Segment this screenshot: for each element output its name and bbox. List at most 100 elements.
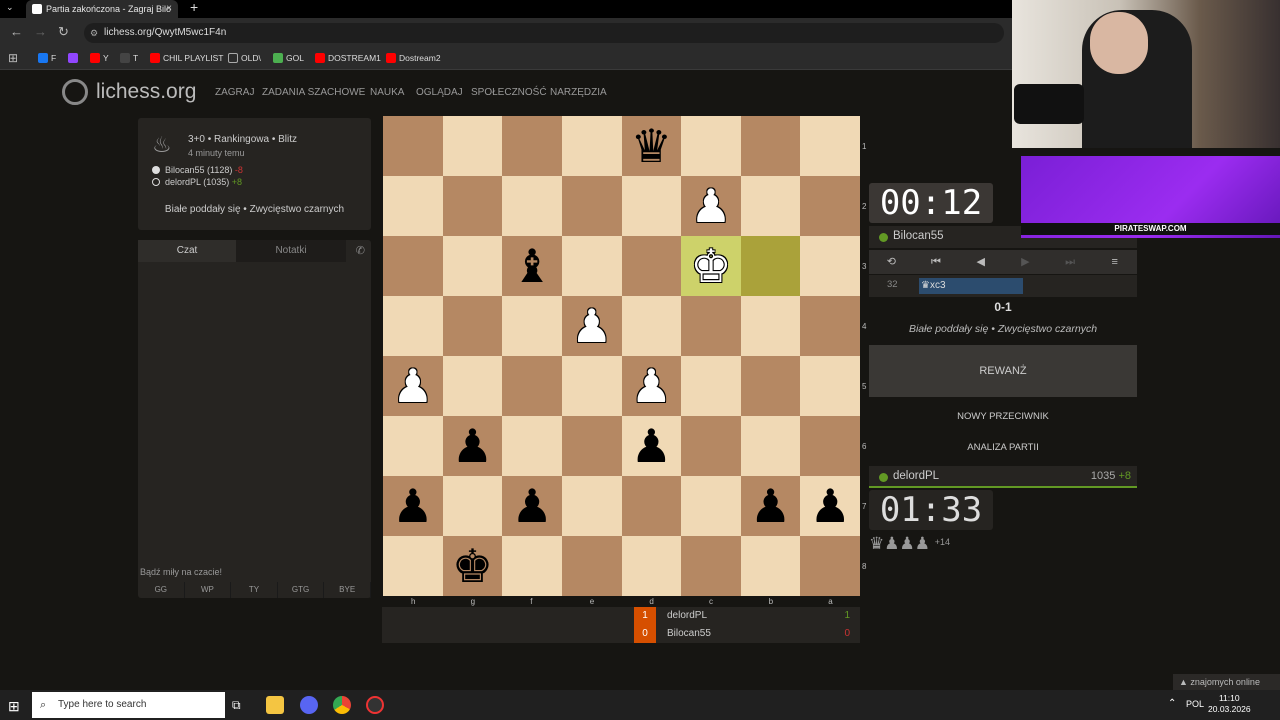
- square-c5[interactable]: [681, 356, 741, 416]
- bookmark-chil-playlist[interactable]: CHIL PLAYLIST: [150, 53, 223, 63]
- square-a2[interactable]: [800, 176, 860, 236]
- square-c8[interactable]: [681, 536, 741, 596]
- tray-expand-icon[interactable]: ⌃: [1168, 698, 1176, 709]
- square-c6[interactable]: [681, 416, 741, 476]
- square-c3[interactable]: ♚: [681, 236, 741, 296]
- square-f2[interactable]: [502, 176, 562, 236]
- reload-icon[interactable]: ↻: [58, 24, 69, 40]
- black-piece[interactable]: ♟: [392, 483, 433, 529]
- next-move-icon[interactable]: ▶: [1003, 250, 1048, 274]
- tab-search-icon[interactable]: ⌄: [6, 2, 14, 13]
- bookmark-dostream1[interactable]: DOSTREAM1: [315, 53, 381, 63]
- square-a4[interactable]: [800, 296, 860, 356]
- square-e6[interactable]: [561, 416, 622, 476]
- square-e4[interactable]: ♟: [561, 296, 622, 356]
- square-c1[interactable]: [681, 116, 741, 176]
- chess-board[interactable]: ♛ ♟ ♝ ♚ ♟ ♟ ♟ ♟ ♟ ♟ ♟ ♟ ♟ ♚: [383, 116, 860, 596]
- task-view-icon[interactable]: ⧉: [232, 698, 250, 716]
- nav-community[interactable]: SPOŁECZNOŚĆ: [471, 87, 547, 98]
- system-clock[interactable]: 11:10 20.03.2026: [1208, 693, 1251, 715]
- black-piece[interactable]: ♟: [750, 483, 791, 529]
- square-b7[interactable]: ♟: [740, 476, 801, 536]
- square-g8[interactable]: ♚: [442, 536, 503, 596]
- white-piece[interactable]: ♟: [631, 363, 672, 409]
- square-e3[interactable]: [561, 236, 622, 296]
- square-a3[interactable]: [800, 236, 860, 296]
- nav-puzzles[interactable]: ZADANIA SZACHOWE: [262, 87, 365, 98]
- phone-icon[interactable]: ✆: [356, 244, 365, 257]
- crosstable-player[interactable]: delordPL: [667, 607, 707, 625]
- first-move-icon[interactable]: ⏮: [914, 250, 959, 274]
- square-d2[interactable]: [621, 176, 682, 236]
- square-g4[interactable]: [442, 296, 503, 356]
- square-h6[interactable]: [383, 416, 443, 476]
- square-c7[interactable]: [681, 476, 741, 536]
- black-piece[interactable]: ♝: [511, 243, 552, 289]
- square-b3[interactable]: [740, 236, 801, 296]
- site-logo[interactable]: lichess.org: [96, 80, 196, 104]
- square-h8[interactable]: [383, 536, 443, 596]
- square-g5[interactable]: [442, 356, 503, 416]
- square-f1[interactable]: [502, 116, 562, 176]
- language-indicator[interactable]: POL: [1186, 699, 1204, 709]
- square-g3[interactable]: [442, 236, 503, 296]
- square-h3[interactable]: [383, 236, 443, 296]
- square-b5[interactable]: [740, 356, 801, 416]
- flip-board-icon[interactable]: ⟲: [869, 250, 914, 274]
- nav-watch[interactable]: OGLĄDAJ: [416, 87, 463, 98]
- square-g2[interactable]: [442, 176, 503, 236]
- square-f6[interactable]: [502, 416, 562, 476]
- square-e2[interactable]: [561, 176, 622, 236]
- taskbar-search[interactable]: ⌕ Type here to search: [32, 692, 225, 718]
- square-f3[interactable]: ♝: [502, 236, 562, 296]
- back-icon[interactable]: ←: [10, 24, 23, 39]
- chat-input[interactable]: Bądź miły na czacie!: [138, 567, 371, 581]
- preset-gg[interactable]: GG: [138, 582, 185, 598]
- black-piece[interactable]: ♟: [810, 483, 851, 529]
- new-tab-icon[interactable]: +: [190, 0, 198, 15]
- friends-online[interactable]: ▲ znajomych online: [1173, 674, 1280, 690]
- browser-tab-active[interactable]: Partia zakończona - Zagraj Bilo ×: [26, 0, 178, 18]
- square-f8[interactable]: [502, 536, 562, 596]
- bookmark-folder-old[interactable]: OLD\: [228, 53, 261, 63]
- square-a8[interactable]: [800, 536, 860, 596]
- square-g1[interactable]: [442, 116, 503, 176]
- preset-gtg[interactable]: GTG: [278, 582, 325, 598]
- self-name[interactable]: delordPL: [893, 470, 939, 482]
- black-piece[interactable]: ♚: [452, 543, 493, 589]
- square-h2[interactable]: [383, 176, 443, 236]
- bookmark-dostream2[interactable]: Dostream2: [386, 53, 441, 63]
- white-piece[interactable]: ♟: [571, 303, 612, 349]
- bookmark-x[interactable]: T: [120, 53, 138, 63]
- square-c2[interactable]: ♟: [681, 176, 741, 236]
- menu-icon[interactable]: ≡: [1092, 250, 1137, 274]
- square-e5[interactable]: [561, 356, 622, 416]
- preset-bye[interactable]: BYE: [324, 582, 371, 598]
- bookmark-twitch[interactable]: [68, 53, 81, 63]
- nav-play[interactable]: ZAGRAJ: [215, 87, 254, 98]
- square-c4[interactable]: [681, 296, 741, 356]
- preset-ty[interactable]: TY: [231, 582, 278, 598]
- black-piece[interactable]: ♛: [631, 123, 672, 169]
- white-player-link[interactable]: Bilocan55 (1128) -8: [152, 165, 243, 175]
- square-b4[interactable]: [740, 296, 801, 356]
- obs-icon[interactable]: [366, 696, 384, 714]
- black-piece[interactable]: ♟: [631, 423, 672, 469]
- square-e8[interactable]: [561, 536, 622, 596]
- square-f4[interactable]: [502, 296, 562, 356]
- square-b8[interactable]: [740, 536, 801, 596]
- square-h7[interactable]: ♟: [383, 476, 443, 536]
- last-move-icon[interactable]: ⏭: [1048, 250, 1093, 274]
- square-b6[interactable]: [740, 416, 801, 476]
- bookmark-youtube[interactable]: Y: [90, 53, 109, 63]
- white-piece[interactable]: ♟: [392, 363, 433, 409]
- nav-learn[interactable]: NAUKA: [370, 87, 404, 98]
- tab-notes[interactable]: Notatki: [236, 240, 346, 262]
- square-g6[interactable]: ♟: [442, 416, 503, 476]
- rematch-button[interactable]: REWANŻ: [869, 345, 1137, 397]
- close-tab-icon[interactable]: ×: [166, 0, 172, 18]
- white-piece[interactable]: ♚: [690, 243, 731, 289]
- white-piece[interactable]: ♟: [690, 183, 731, 229]
- square-d1[interactable]: ♛: [621, 116, 682, 176]
- square-a6[interactable]: [800, 416, 860, 476]
